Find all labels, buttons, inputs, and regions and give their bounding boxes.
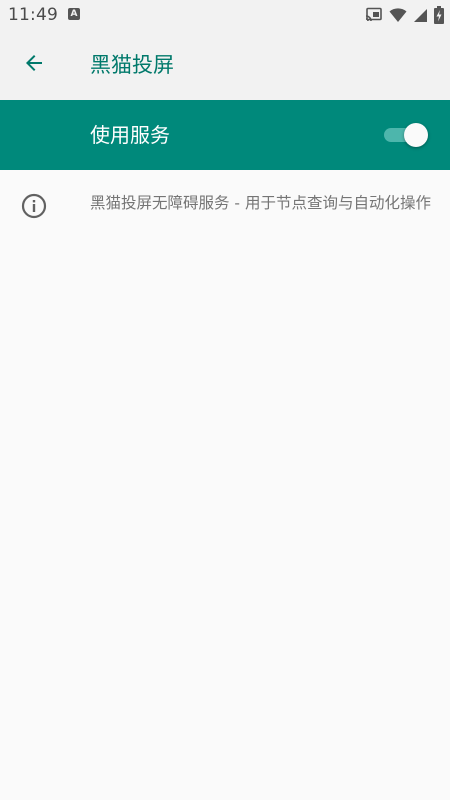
battery-charging-icon [434, 6, 444, 24]
arrow-left-icon [22, 51, 46, 79]
status-bar: 11:49 A [0, 0, 450, 30]
status-icons [365, 6, 444, 24]
notification-icon: A [68, 8, 80, 20]
back-button[interactable] [14, 45, 54, 85]
status-time: 11:49 [8, 5, 58, 25]
cast-icon [365, 7, 383, 23]
service-description-text: 黑猫投屏无障碍服务 - 用于节点查询与自动化操作 [90, 194, 431, 212]
page-title: 黑猫投屏 [90, 53, 174, 77]
use-service-label: 使用服务 [90, 123, 170, 147]
wifi-icon [389, 7, 407, 23]
switch-thumb [404, 123, 428, 147]
signal-icon [413, 8, 428, 23]
service-description-row: 黑猫投屏无障碍服务 - 用于节点查询与自动化操作 [0, 170, 450, 250]
accessibility-settings-screen: 11:49 A 黑猫投屏 使用服务 黑猫投屏无障碍服务 - 用于节点查询与自动化… [0, 0, 450, 800]
use-service-toggle-row[interactable]: 使用服务 [0, 100, 450, 170]
info-icon [21, 193, 47, 219]
use-service-switch[interactable] [382, 122, 428, 148]
app-bar: 黑猫投屏 [0, 30, 450, 100]
